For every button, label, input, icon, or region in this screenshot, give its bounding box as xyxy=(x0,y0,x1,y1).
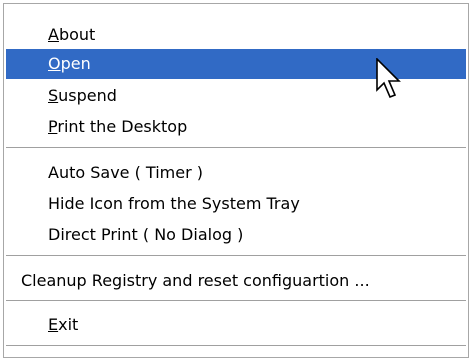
menu-item-direct-print[interactable]: Direct Print ( No Dialog ) xyxy=(6,220,466,250)
menu-item-exit-label: xit xyxy=(58,315,79,334)
menu-separator xyxy=(6,345,466,347)
menu-separator xyxy=(6,300,466,302)
menu-item-print-desktop[interactable]: Print the Desktop xyxy=(6,112,466,142)
accelerator-e: E xyxy=(48,315,59,334)
menu-item-suspend-label: uspend xyxy=(58,86,117,105)
accelerator-a: A xyxy=(48,25,59,44)
menu-item-auto-save-label: Auto Save ( Timer ) xyxy=(48,163,203,182)
menu-item-exit[interactable]: Exit xyxy=(6,310,466,340)
menu-item-about-label: bout xyxy=(58,25,96,44)
menu-item-open-label: pen xyxy=(60,54,91,73)
menu-item-cleanup-registry[interactable]: Cleanup Registry and reset configuartion… xyxy=(6,266,466,296)
accelerator-o: O xyxy=(48,54,61,73)
context-menu: About Open Suspend Print the Desktop Aut… xyxy=(3,3,469,358)
menu-separator xyxy=(6,147,466,149)
menu-item-direct-print-label: Direct Print ( No Dialog ) xyxy=(48,225,244,244)
menu-item-auto-save[interactable]: Auto Save ( Timer ) xyxy=(6,158,466,188)
accelerator-p: P xyxy=(48,117,58,136)
menu-item-about[interactable]: About xyxy=(6,20,466,50)
menu-item-print-desktop-label: rint the Desktop xyxy=(57,117,188,136)
menu-item-hide-icon-label: Hide Icon from the System Tray xyxy=(48,194,300,213)
arrow-pointer-icon xyxy=(376,58,401,99)
accelerator-s: S xyxy=(48,86,59,105)
menu-item-cleanup-registry-label: Cleanup Registry and reset configuartion… xyxy=(21,271,370,290)
menu-separator xyxy=(6,255,466,257)
menu-item-hide-icon[interactable]: Hide Icon from the System Tray xyxy=(6,189,466,219)
